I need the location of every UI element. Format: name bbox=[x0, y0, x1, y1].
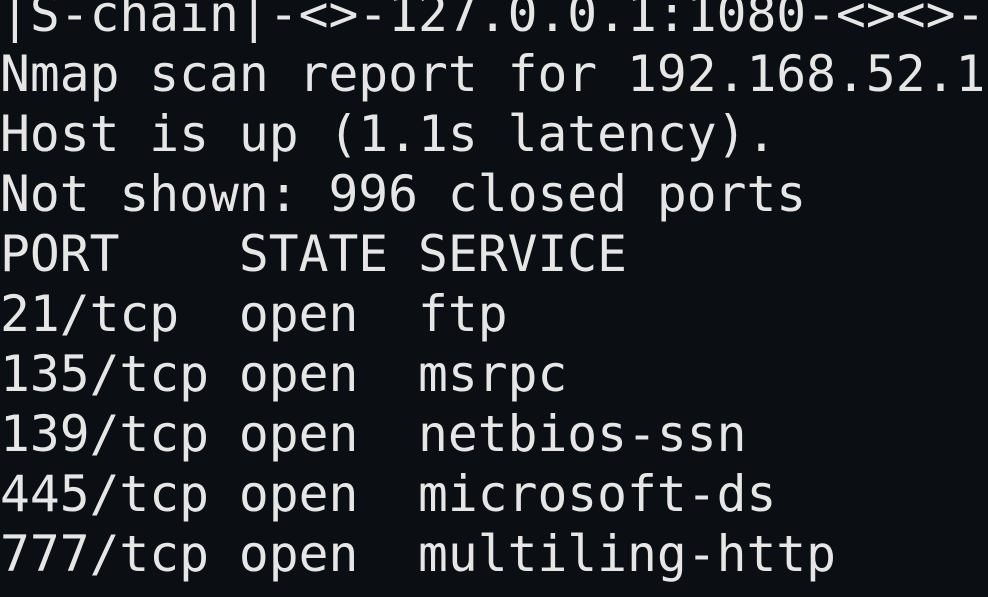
port-row: 139/tcp open netbios-ssn bbox=[0, 405, 747, 463]
port-row: 21/tcp open ftp bbox=[0, 285, 508, 343]
closed-ports-line: Not shown: 996 closed ports bbox=[0, 165, 807, 223]
nmap-report-header: Nmap scan report for 192.168.52.1 bbox=[0, 45, 986, 103]
port-row: 135/tcp open msrpc bbox=[0, 345, 568, 403]
port-table-header: PORT STATE SERVICE bbox=[0, 225, 628, 283]
terminal-output: |S-chain|-<>-127.0.0.1:1080-<><>- Nmap s… bbox=[0, 0, 988, 597]
port-row: 777/tcp open multiling-http bbox=[0, 525, 837, 583]
host-status-line: Host is up (1.1s latency). bbox=[0, 105, 777, 163]
port-row: 445/tcp open microsoft-ds bbox=[0, 465, 777, 523]
proxychains-line: |S-chain|-<>-127.0.0.1:1080-<><>- bbox=[0, 0, 986, 43]
